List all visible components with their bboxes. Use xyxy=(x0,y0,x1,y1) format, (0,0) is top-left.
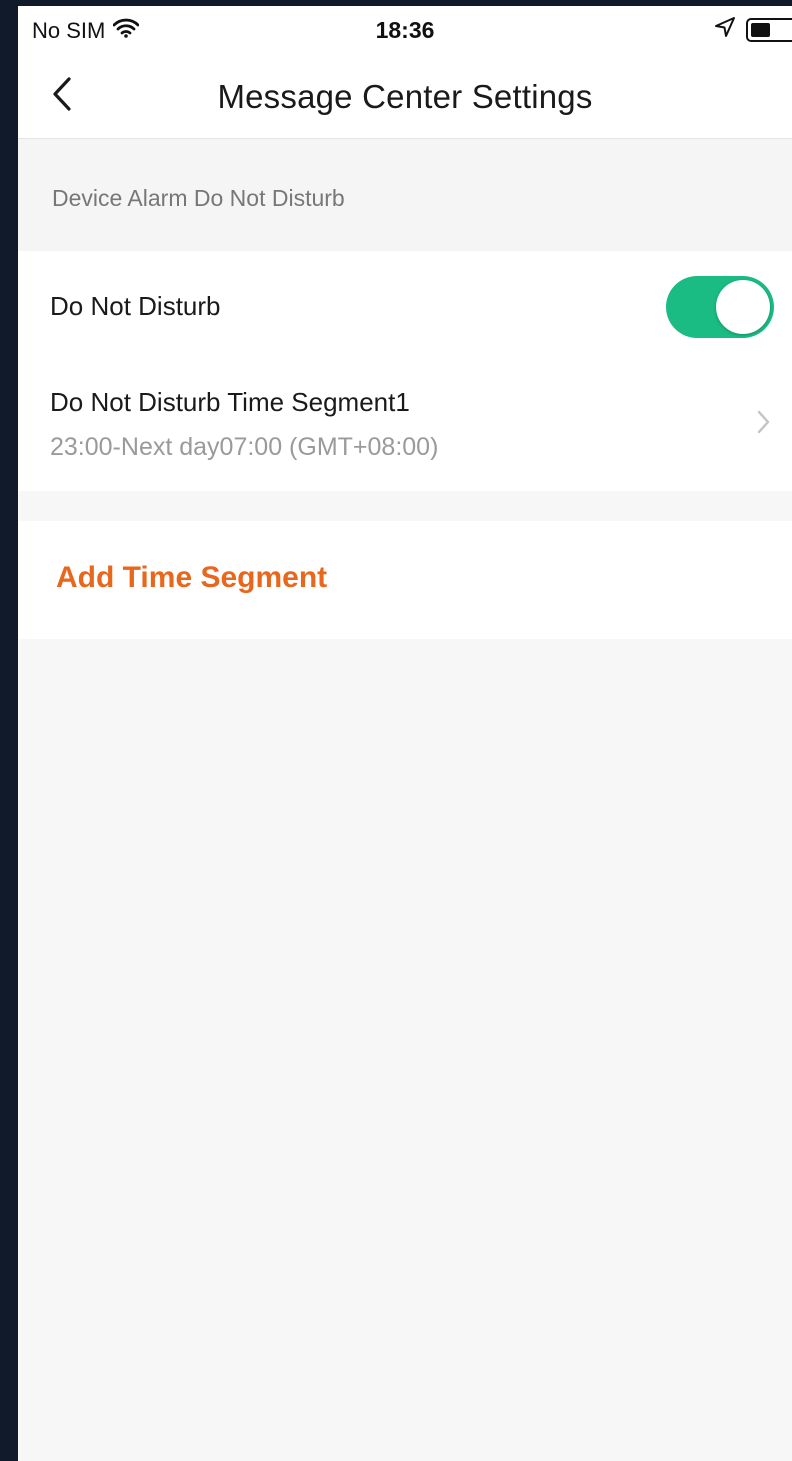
time-segment-title: Do Not Disturb Time Segment1 xyxy=(50,387,410,417)
status-time: 18:36 xyxy=(375,17,435,43)
add-segment-group: Add Time Segment xyxy=(18,521,792,639)
time-segment-range: 23:00-Next day07:00 (GMT+08:00) xyxy=(50,433,439,461)
app-screen: No SIM 18:36 Message Center Settings Dev… xyxy=(18,6,792,1461)
dnd-label: Do Not Disturb xyxy=(50,291,221,321)
dnd-settings-group: Do Not Disturb Do Not Disturb Time Segme… xyxy=(18,251,792,491)
battery-icon xyxy=(746,17,792,42)
chevron-right-icon xyxy=(754,407,774,437)
page-title: Message Center Settings xyxy=(217,78,593,115)
dnd-toggle-row: Do Not Disturb xyxy=(18,251,792,361)
navigation-bar: Message Center Settings xyxy=(18,54,792,139)
section-header-label: Device Alarm Do Not Disturb xyxy=(52,185,345,211)
dnd-toggle[interactable] xyxy=(666,276,774,338)
status-indicators xyxy=(714,16,792,43)
add-time-segment-button[interactable]: Add Time Segment xyxy=(56,561,327,595)
location-arrow-icon xyxy=(714,16,736,43)
status-bar: No SIM 18:36 xyxy=(18,6,792,54)
battery-level xyxy=(751,22,770,37)
section-header: Device Alarm Do Not Disturb xyxy=(18,139,792,251)
time-segment-row[interactable]: Do Not Disturb Time Segment1 23:00-Next … xyxy=(18,361,792,491)
toggle-knob xyxy=(716,280,770,334)
